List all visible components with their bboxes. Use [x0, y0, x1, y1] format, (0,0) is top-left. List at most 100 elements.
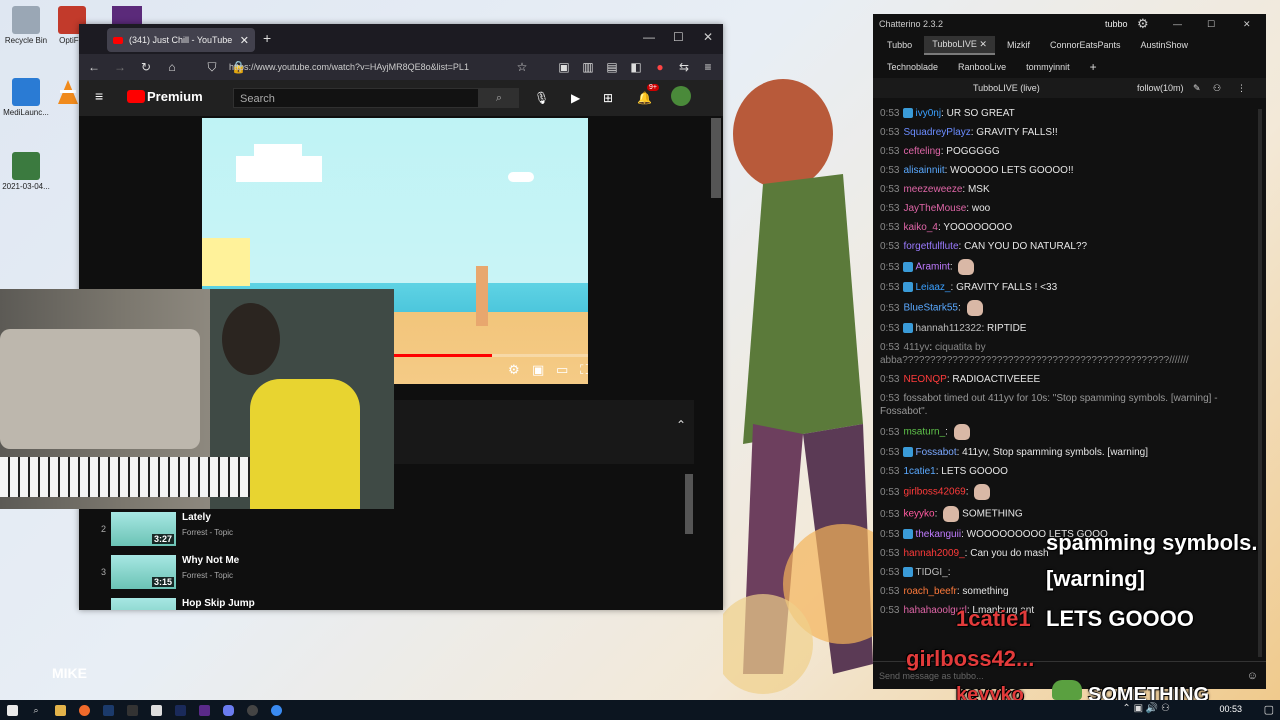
follow-mode-indicator[interactable]: follow(10m): [1137, 78, 1184, 98]
apps-grid-icon[interactable]: ⊞: [603, 91, 613, 105]
message-username[interactable]: kaiko_4: [903, 222, 937, 233]
windows-start-icon[interactable]: [1, 702, 23, 718]
list-item[interactable]: 3 3:15 Why Not Me Forrest - Topic: [95, 553, 695, 596]
message-username[interactable]: NEONQP: [903, 374, 946, 385]
bookmark-star-icon[interactable]: ☆: [515, 60, 529, 74]
list-item[interactable]: 2 3:27 Lately Forrest - Topic: [95, 510, 695, 553]
audition-icon[interactable]: [169, 702, 191, 718]
message-username[interactable]: BlueStark55: [903, 303, 957, 314]
message-username[interactable]: roach_beefr: [903, 586, 956, 597]
reload-icon[interactable]: ↻: [139, 60, 153, 74]
theater-mode-icon[interactable]: ▭: [556, 362, 568, 378]
chatterino-icon[interactable]: [265, 702, 287, 718]
tab-tommyinnit[interactable]: tommyinnit: [1018, 59, 1078, 75]
minimize-icon[interactable]: —: [643, 30, 655, 44]
message-username[interactable]: hannah2009_: [903, 548, 964, 559]
microphone-icon[interactable]: 🎙: [534, 91, 549, 105]
translate-icon[interactable]: ⇆: [677, 60, 691, 74]
video-thumbnail[interactable]: 3:27: [111, 512, 176, 546]
file-explorer-icon[interactable]: [49, 702, 71, 718]
account-name[interactable]: tubbo: [1105, 14, 1128, 34]
minimize-icon[interactable]: —: [1173, 14, 1182, 34]
subscriber-badge-icon[interactable]: [903, 447, 914, 458]
url-bar[interactable]: https://www.youtube.com/watch?v=HAyjMR8Q…: [229, 58, 529, 76]
message-username[interactable]: JayTheMouse: [903, 203, 966, 214]
notifications-bell-icon[interactable]: 🔔: [637, 91, 652, 105]
settings-gear-icon[interactable]: ⚙: [1137, 14, 1149, 34]
collapse-chevron-up-icon[interactable]: ⌃: [676, 418, 686, 432]
library-icon[interactable]: ▥: [581, 60, 595, 74]
tab-tubbolive[interactable]: TubboLIVE ✕: [924, 35, 995, 55]
subscriber-badge-icon[interactable]: [903, 262, 914, 272]
chat-emote-icon[interactable]: [953, 424, 970, 440]
notifications-icon[interactable]: ▢: [1264, 703, 1274, 716]
search-input[interactable]: Search: [233, 88, 479, 108]
message-username[interactable]: hannah112322: [915, 323, 981, 334]
chat-emote-icon[interactable]: [974, 484, 991, 500]
close-tab-icon[interactable]: ✕: [240, 34, 249, 47]
message-username[interactable]: girlboss42069: [903, 487, 965, 498]
create-video-icon[interactable]: ▶: [571, 91, 580, 105]
close-window-icon[interactable]: ✕: [1243, 14, 1251, 34]
message-username[interactable]: alisainniit: [903, 165, 944, 176]
chat-emote-icon[interactable]: [966, 300, 983, 316]
youtube-logo-text[interactable]: Premium: [147, 89, 203, 104]
system-tray-icons[interactable]: ⌃ ▣ 🔊 ⚇: [1122, 703, 1170, 714]
pencil-icon[interactable]: ✎: [1193, 78, 1201, 98]
message-username[interactable]: 1catie1: [903, 466, 935, 477]
video-thumbnail[interactable]: 3:15: [111, 555, 176, 589]
message-username[interactable]: forgetfulflute: [903, 241, 958, 252]
hamburger-menu-icon[interactable]: ≡: [95, 88, 103, 104]
new-tab-button[interactable]: +: [263, 30, 271, 46]
sidebar-icon[interactable]: ▤: [605, 60, 619, 74]
fullscreen-icon[interactable]: ⛶: [580, 362, 588, 378]
desktop-icon-recycle-bin[interactable]: Recycle Bin: [2, 6, 50, 45]
video-thumbnail[interactable]: [111, 598, 176, 610]
tab-mizkif[interactable]: Mizkif: [999, 37, 1038, 53]
extension-icon[interactable]: ◧: [629, 60, 643, 74]
winrar-icon[interactable]: [112, 6, 142, 26]
close-tab-icon[interactable]: ✕: [979, 39, 987, 49]
subscriber-badge-icon[interactable]: [903, 108, 914, 119]
message-username[interactable]: meezeweeze: [903, 184, 962, 195]
message-username[interactable]: Leiaaz_: [915, 282, 950, 293]
desktop-icon-image[interactable]: 2021-03-04...: [2, 152, 50, 191]
subscriber-badge-icon[interactable]: [903, 529, 914, 540]
message-username[interactable]: 411yv: [903, 342, 929, 353]
chat-emote-icon[interactable]: [958, 259, 975, 275]
message-username[interactable]: ivy0nj: [915, 108, 941, 119]
back-icon[interactable]: ←: [87, 60, 101, 74]
subscriber-badge-icon[interactable]: [903, 323, 914, 334]
tab-austinshow[interactable]: AustinShow: [1133, 37, 1197, 53]
extension-2-icon[interactable]: ●: [653, 60, 667, 74]
tab-tubbo[interactable]: Tubbo: [879, 37, 920, 53]
firefox-icon[interactable]: [73, 702, 95, 718]
emoji-picker-icon[interactable]: ☺: [1247, 670, 1258, 682]
search-icon[interactable]: ⌕: [25, 702, 47, 718]
shield-icon[interactable]: ⛉: [205, 60, 219, 75]
settings-gear-icon[interactable]: ⚙: [508, 362, 520, 378]
terminal-icon[interactable]: [121, 702, 143, 718]
unity-icon[interactable]: [145, 702, 167, 718]
message-username[interactable]: Fossabot: [915, 447, 956, 458]
chat-scrollbar[interactable]: [1258, 109, 1262, 657]
tab-technoblade[interactable]: Technoblade: [879, 59, 946, 75]
more-options-icon[interactable]: ⋮: [1237, 78, 1246, 98]
tab-ranboolive[interactable]: RanbooLive: [950, 59, 1014, 75]
avatar[interactable]: [671, 86, 691, 106]
message-username[interactable]: msaturn_: [903, 427, 945, 438]
youtube-logo-icon[interactable]: [127, 90, 145, 103]
close-window-icon[interactable]: ✕: [703, 30, 713, 44]
desktop-icon-medilaunch[interactable]: MediLaunc...: [2, 78, 50, 117]
message-username[interactable]: thekanguii: [915, 529, 961, 540]
users-icon[interactable]: ⚇: [1213, 78, 1221, 98]
obs-icon[interactable]: [241, 702, 263, 718]
menu-icon[interactable]: ≡: [701, 60, 715, 74]
discord-icon[interactable]: [217, 702, 239, 718]
message-username[interactable]: keyyko: [903, 509, 934, 520]
maximize-icon[interactable]: ☐: [1207, 14, 1215, 34]
photoshop-icon[interactable]: [97, 702, 119, 718]
chat-emote-icon[interactable]: [943, 506, 960, 522]
search-button[interactable]: ⌕: [479, 88, 519, 108]
premiere-icon[interactable]: [193, 702, 215, 718]
